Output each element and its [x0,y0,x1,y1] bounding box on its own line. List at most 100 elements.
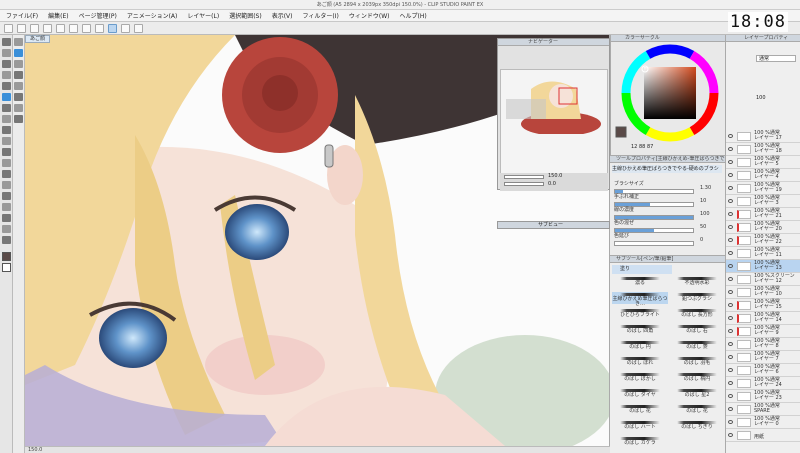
snap-icon[interactable] [134,23,143,33]
layer-row[interactable]: 100 %通常 レイヤー 15 [726,299,800,312]
brush-item[interactable]: のばし 四角 [612,324,668,336]
tool-property-title[interactable]: ツールプロパティ[主線ひかえめ-筆圧ばらつきでやる…ガタブラシ] [610,156,725,163]
menu-item[interactable]: レイヤー(L) [187,11,219,20]
menu-item[interactable]: ページ管理(P) [79,11,117,20]
navigator-preview[interactable] [500,69,608,187]
eye-icon[interactable] [728,264,733,268]
brush-item[interactable]: のばし ぼかし [612,372,668,384]
blend-mode-select[interactable]: 通常 [756,55,796,62]
marker-subtool-icon[interactable] [14,60,23,68]
eyedropper-tool-icon[interactable] [1,82,11,90]
subview-title[interactable]: サブビュー [497,221,610,229]
eye-icon[interactable] [728,420,733,424]
property-slider[interactable] [614,241,694,246]
brush-item[interactable]: のばし 右 [669,324,725,336]
brush-item[interactable]: のばし 花 [669,404,725,416]
blend-tool-icon[interactable] [1,148,11,156]
eye-icon[interactable] [728,212,733,216]
gradient-tool-icon[interactable] [1,170,11,178]
menu-item[interactable]: フィルター(I) [303,11,339,20]
pen-tool-icon[interactable] [1,93,11,101]
correct-line-tool-icon[interactable] [1,236,11,244]
eye-icon[interactable] [728,199,733,203]
eye-icon[interactable] [728,134,733,138]
subtool-title[interactable]: サブツール[ペン/筆/鉛筆] [610,256,725,263]
layer-row[interactable]: 100 %通常 レイヤー 17 [726,130,800,143]
eye-icon[interactable] [728,368,733,372]
new-file-icon[interactable] [4,23,13,33]
settings-icon[interactable] [95,23,104,33]
eye-icon[interactable] [728,290,733,294]
layer-row[interactable]: 100 %通常 レイヤー 18 [726,143,800,156]
eye-icon[interactable] [728,381,733,385]
eye-icon[interactable] [728,225,733,229]
brush-item[interactable]: のばし カケラ [612,436,668,448]
layer-row[interactable]: 100 %通常 レイヤー 8 [726,338,800,351]
color-panel-title[interactable]: カラーサークル [611,35,725,42]
sub-color-swatch[interactable] [1,263,11,272]
pen-subtool-icon[interactable] [14,38,23,46]
layer-row[interactable]: 100 %通常 レイヤー 22 [726,234,800,247]
brush-item[interactable]: のばし 菱 [669,340,725,352]
smudge-subtool-icon[interactable] [14,104,23,112]
layer-row[interactable]: 100 %通常 レイヤー 13 [726,260,800,273]
layer-row[interactable]: 100 %通常 レイヤー 7 [726,351,800,364]
property-value[interactable]: 10 [700,197,706,206]
eye-icon[interactable] [728,342,733,346]
frame-tool-icon[interactable] [1,192,11,200]
zoom-slider[interactable] [504,175,544,179]
layer-panel-title[interactable]: レイヤープロパティ [726,35,800,42]
eye-icon[interactable] [728,147,733,151]
brush-item[interactable]: のばし 楕円 [669,372,725,384]
balloon-tool-icon[interactable] [1,225,11,233]
brush-tool-icon[interactable] [1,115,11,123]
eye-icon[interactable] [728,303,733,307]
property-value[interactable]: 1.30 [700,184,711,193]
eye-icon[interactable] [728,173,733,177]
menu-item[interactable]: アニメーション(A) [127,11,178,20]
layer-row[interactable]: 100 %スクリーン レイヤー 12 [726,273,800,286]
eraser-tool-icon[interactable] [1,137,11,145]
oil-subtool-icon[interactable] [14,82,23,90]
property-value[interactable]: 0 [700,236,703,245]
ruler-tool-icon[interactable] [1,203,11,211]
eye-icon[interactable] [728,394,733,398]
layer-row[interactable]: 用紙 [726,429,800,442]
watercolor-subtool-icon[interactable] [14,71,23,79]
layer-row[interactable]: 100 %通常 レイヤー 20 [726,221,800,234]
pencil-tool-icon[interactable] [1,104,11,112]
eye-icon[interactable] [728,329,733,333]
eye-icon[interactable] [728,355,733,359]
layer-row[interactable]: 100 %通常 レイヤー 24 [726,377,800,390]
layer-row[interactable]: 100 %通常 レイヤー 21 [726,208,800,221]
selection-tool-icon[interactable] [1,71,11,79]
brush-subtool-icon[interactable] [14,49,23,57]
rotate-slider[interactable] [504,182,544,186]
decoration-subtool-icon[interactable] [14,115,23,123]
brush-item[interactable]: 不透明水彩 [669,276,725,288]
layer-row[interactable]: 100 %通常 レイヤー 19 [726,182,800,195]
layer-row[interactable]: 100 %通常 レイヤー 4 [726,169,800,182]
move-tool-icon[interactable] [1,38,11,46]
fill-icon[interactable] [82,23,91,33]
navigator-title[interactable]: ナビゲーター [498,39,609,46]
blur-subtool-icon[interactable] [14,93,23,101]
eye-icon[interactable] [728,186,733,190]
brush-item[interactable]: ひとひらフライト [612,308,668,320]
menu-item[interactable]: ファイル(F) [6,11,38,20]
layer-row[interactable]: 100 %通常 レイヤー 9 [726,325,800,338]
menu-item[interactable]: 編集(E) [48,11,68,20]
color-wheel[interactable] [614,43,724,143]
brush-item[interactable]: のばし ぼれ [612,356,668,368]
save-icon[interactable] [30,23,39,33]
brush-item[interactable]: のばし ダイヤ [612,388,668,400]
stroke-correction-icon[interactable] [108,23,117,33]
eye-icon[interactable] [728,238,733,242]
layer-row[interactable]: 100 %通常 レイヤー 11 [726,247,800,260]
brush-item[interactable]: のばし ハート [612,420,668,432]
brush-item[interactable]: のばし 長方形 [669,308,725,320]
eye-icon[interactable] [728,433,733,437]
open-file-icon[interactable] [17,23,26,33]
fill-tool-icon[interactable] [1,159,11,167]
layer-row[interactable]: 100 %通常 レイヤー 6 [726,364,800,377]
